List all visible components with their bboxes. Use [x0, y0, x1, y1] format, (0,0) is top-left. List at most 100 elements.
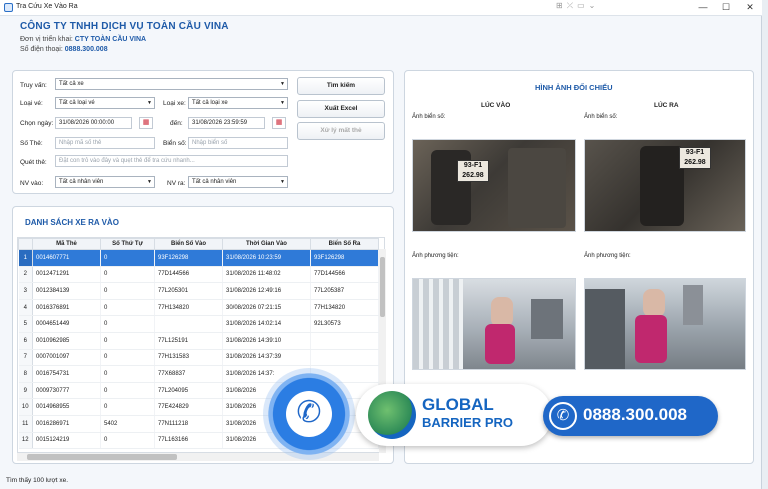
cell-ma-the[interactable]: 0014968955 [32, 398, 101, 416]
row-number[interactable]: 4 [18, 299, 33, 317]
minimize-button[interactable]: — [696, 2, 710, 13]
column-header[interactable]: Số Thứ Tự [100, 238, 155, 250]
cell-thoi-gian-vao[interactable]: 31/08/2026 14:02:14 [222, 315, 311, 333]
cell-bien-so-vao[interactable]: 77X68837 [154, 365, 223, 383]
nv-ra-select[interactable]: Tất cả nhân viên ▼ [188, 176, 288, 188]
table-row[interactable]: 2 0012471291 0 77D144566 31/08/2026 11:48:02… [18, 266, 379, 284]
cell-thoi-gian-vao[interactable]: 31/08/2026 14:39:10 [222, 332, 311, 350]
phone-call-badge[interactable]: ✆ [263, 368, 355, 460]
lost-card-button[interactable]: Xử lý mất thẻ [297, 122, 385, 140]
column-header[interactable]: Mã Thẻ [32, 238, 101, 250]
row-number[interactable]: 3 [18, 282, 33, 300]
cell-ma-the[interactable]: 0010962985 [32, 332, 101, 350]
cell-bien-so-ra[interactable]: 92L30573 [310, 315, 379, 333]
cell-ma-the[interactable]: 0007001097 [32, 349, 101, 367]
cell-bien-so-vao[interactable]: 77E424829 [154, 398, 223, 416]
cell-bien-so-vao[interactable]: 77L204095 [154, 382, 223, 400]
cell-so-thu-tu[interactable]: 0 [100, 349, 155, 367]
plate-bottom: 262.98 [462, 172, 484, 179]
cell-bien-so-ra[interactable] [310, 332, 379, 350]
cell-bien-so-vao[interactable]: 77N111218 [154, 415, 223, 433]
bien-so-input[interactable]: Nhập biển số [188, 137, 288, 149]
cell-ma-the[interactable]: 0016754731 [32, 365, 101, 383]
calendar-icon[interactable]: ▦ [272, 117, 286, 129]
cell-bien-so-vao[interactable]: 77L163166 [154, 432, 223, 450]
cell-ma-the[interactable]: 0014607771 [32, 249, 101, 267]
row-number[interactable]: 5 [18, 315, 33, 333]
row-number[interactable]: 9 [18, 382, 33, 400]
cell-bien-so-vao[interactable]: 93F126298 [154, 249, 223, 267]
close-button[interactable]: ✕ [743, 2, 757, 13]
column-header[interactable]: Biển Số Vào [154, 238, 223, 250]
cell-bien-so-ra[interactable]: 77H134820 [310, 299, 379, 317]
table-row[interactable]: 1 0014607771 0 93F126298 31/08/2026 10:23:59… [18, 249, 379, 267]
search-button[interactable]: Tìm kiếm [297, 77, 385, 95]
table-row[interactable]: 6 0010962985 0 77L125191 31/08/2026 14:39:10 [18, 332, 379, 350]
quet-the-input[interactable]: Đặt con trỏ vào đây và quẹt thẻ để tra c… [55, 155, 288, 167]
column-header[interactable]: Thời Gian Vào [222, 238, 311, 250]
row-number[interactable]: 6 [18, 332, 33, 350]
row-number[interactable]: 1 [18, 249, 33, 267]
cell-bien-so-ra[interactable]: 77L205387 [310, 282, 379, 300]
row-number[interactable]: 11 [18, 415, 33, 433]
so-the-label: Số Thẻ: [20, 140, 43, 147]
cell-ma-the[interactable]: 0015124219 [32, 432, 101, 450]
nv-vao-select[interactable]: Tất cả nhân viên ▼ [55, 176, 155, 188]
calendar-icon[interactable]: ▦ [139, 117, 153, 129]
scrollbar-thumb[interactable] [380, 257, 385, 317]
cell-ma-the[interactable]: 0004651449 [32, 315, 101, 333]
cell-so-thu-tu[interactable]: 5402 [100, 415, 155, 433]
table-row[interactable]: 7 0007001097 0 77H131583 31/08/2026 14:37:39 [18, 349, 379, 367]
cell-thoi-gian-vao[interactable]: 31/08/2026 11:48:02 [222, 266, 311, 284]
table-row[interactable]: 3 0012384139 0 77L205301 31/08/2026 12:49:16… [18, 282, 379, 300]
cell-bien-so-vao[interactable]: 77D144566 [154, 266, 223, 284]
export-excel-button[interactable]: Xuất Excel [297, 100, 385, 118]
truy-van-select[interactable]: Tất cả xe ▼ [55, 78, 288, 90]
cell-so-thu-tu[interactable]: 0 [100, 299, 155, 317]
brand-badge[interactable]: GLOBAL BARRIER PRO [356, 384, 552, 446]
row-number[interactable]: 2 [18, 266, 33, 284]
maximize-button[interactable]: ☐ [719, 2, 733, 13]
cell-ma-the[interactable]: 0009730777 [32, 382, 101, 400]
cell-so-thu-tu[interactable]: 0 [100, 315, 155, 333]
cell-so-thu-tu[interactable]: 0 [100, 282, 155, 300]
cell-bien-so-vao[interactable]: 77H134820 [154, 299, 223, 317]
row-number[interactable]: 10 [18, 398, 33, 416]
cell-bien-so-vao[interactable]: 77H131583 [154, 349, 223, 367]
so-the-input[interactable]: Nhập mã số thẻ [55, 137, 155, 149]
loai-xe-select[interactable]: Tất cả loại xe ▼ [188, 97, 288, 109]
from-date-input[interactable]: 31/08/2026 00:00:00 [55, 117, 132, 129]
cell-bien-so-vao[interactable] [154, 315, 223, 333]
cell-bien-so-ra[interactable] [310, 349, 379, 367]
row-number[interactable]: 7 [18, 349, 33, 367]
cell-so-thu-tu[interactable]: 0 [100, 332, 155, 350]
toolbar-icons[interactable]: ⊞⤫▭⌄ [556, 1, 612, 13]
cell-so-thu-tu[interactable]: 0 [100, 365, 155, 383]
cell-ma-the[interactable]: 0012471291 [32, 266, 101, 284]
hotline-button[interactable]: ✆ 0888.300.008 [543, 396, 718, 436]
table-row[interactable]: 4 0016376891 0 77H134820 30/08/2026 07:21:15… [18, 299, 379, 317]
cell-bien-so-vao[interactable]: 77L205301 [154, 282, 223, 300]
loai-ve-select[interactable]: Tất cả loại vé ▼ [55, 97, 155, 109]
cell-bien-so-vao[interactable]: 77L125191 [154, 332, 223, 350]
cell-so-thu-tu[interactable]: 0 [100, 249, 155, 267]
cell-ma-the[interactable]: 0016286971 [32, 415, 101, 433]
column-header[interactable]: Biển Số Ra [310, 238, 379, 250]
cell-bien-so-ra[interactable]: 77D144566 [310, 266, 379, 284]
cell-so-thu-tu[interactable]: 0 [100, 398, 155, 416]
cell-bien-so-ra[interactable]: 93F126298 [310, 249, 379, 267]
cell-ma-the[interactable]: 0012384139 [32, 282, 101, 300]
cell-thoi-gian-vao[interactable]: 31/08/2026 12:49:16 [222, 282, 311, 300]
cell-ma-the[interactable]: 0016376891 [32, 299, 101, 317]
cell-thoi-gian-vao[interactable]: 31/08/2026 14:37:39 [222, 349, 311, 367]
cell-so-thu-tu[interactable]: 0 [100, 266, 155, 284]
row-number[interactable]: 8 [18, 365, 33, 383]
row-number[interactable]: 12 [18, 432, 33, 450]
scrollbar-thumb[interactable] [27, 454, 177, 460]
cell-thoi-gian-vao[interactable]: 30/08/2026 07:21:15 [222, 299, 311, 317]
cell-thoi-gian-vao[interactable]: 31/08/2026 10:23:59 [222, 249, 311, 267]
cell-so-thu-tu[interactable]: 0 [100, 382, 155, 400]
to-date-input[interactable]: 31/08/2026 23:59:59 [188, 117, 265, 129]
table-row[interactable]: 5 0004651449 0 31/08/2026 14:02:14 92L30573 [18, 315, 379, 333]
cell-so-thu-tu[interactable]: 0 [100, 432, 155, 450]
